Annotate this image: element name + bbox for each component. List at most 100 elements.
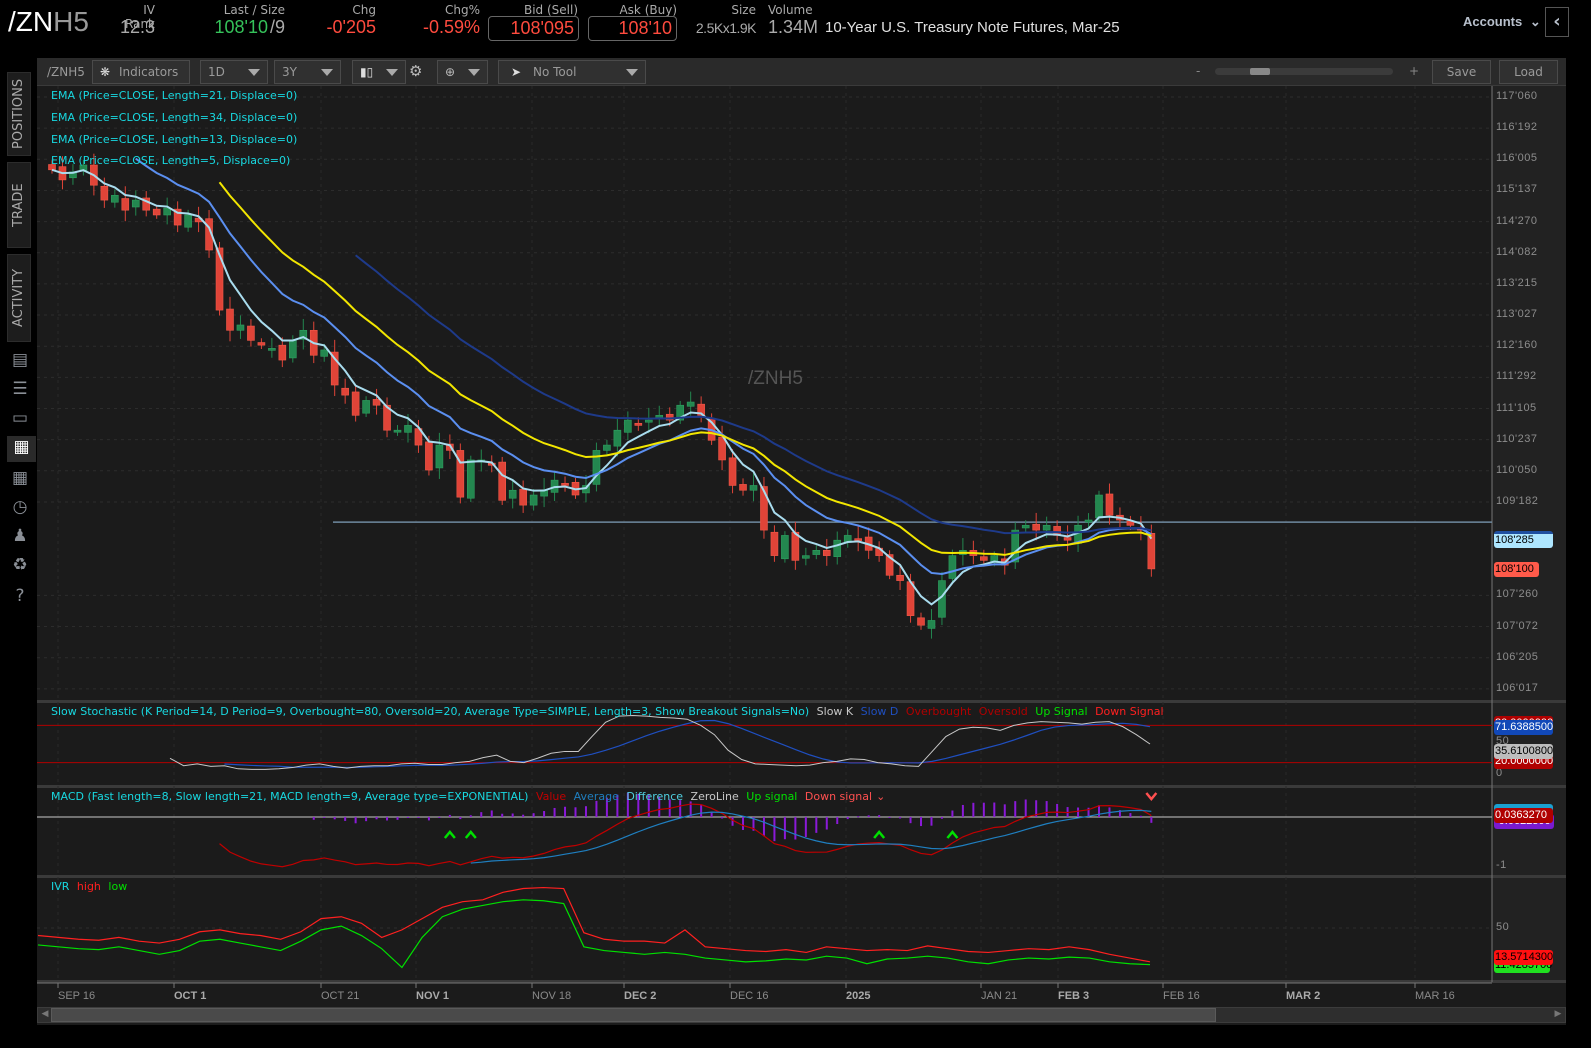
price-tick-label: 116'192 [1496, 121, 1538, 134]
candle-up [781, 535, 789, 560]
up-signal-arrow [443, 830, 456, 839]
macd-histogram-bar [731, 817, 734, 826]
scroll-right-arrow-icon[interactable]: ▶ [1552, 1009, 1564, 1021]
candle-up [236, 324, 245, 331]
chart-style-dropdown[interactable]: ▮▯ [352, 60, 406, 84]
ema5-label[interactable]: EMA (Price=CLOSE, Length=5, Displace=0) [51, 154, 290, 167]
macd-study-label[interactable]: MACD (Fast length=8, Slow length=21, MAC… [51, 790, 885, 803]
candle-down [739, 484, 747, 491]
macd-legend-item: Down signal [801, 790, 873, 803]
macd-average-line [470, 809, 1152, 864]
macd-histogram-bar [742, 817, 745, 830]
candle-down [152, 208, 161, 216]
macd-histogram-bar [982, 802, 985, 817]
slow-d-line [224, 719, 1151, 769]
down-signal-icon: ⌄ [876, 790, 886, 803]
price-tick-label: 117'060 [1496, 90, 1538, 102]
scroll-left-arrow-icon[interactable]: ◀ [39, 1009, 51, 1021]
macd-legend-item: Up signal [742, 790, 798, 803]
up-signal-arrow [873, 830, 886, 839]
price-tick-label: 107'260 [1496, 588, 1539, 601]
candle-up [1095, 494, 1103, 519]
macd-histogram-bar [469, 815, 472, 817]
candle-down [980, 556, 988, 561]
pane-separator [37, 700, 1566, 703]
zoom-out-button[interactable]: - [1196, 64, 1200, 78]
macd-legend-item: Value [532, 790, 567, 803]
candle-down [1105, 493, 1114, 516]
load-button[interactable]: Load [1499, 60, 1558, 84]
price-tick-label: 114'270 [1496, 214, 1538, 227]
ivr-low-line [37, 899, 1151, 969]
ema13-label[interactable]: EMA (Price=CLOSE, Length=13, Displace=0) [51, 133, 297, 146]
ivr-axis-50: 50 [1496, 921, 1510, 933]
stoch-legend-item: Oversold [975, 705, 1028, 718]
indicators-label: Indicators [119, 65, 179, 79]
candle-up [435, 444, 444, 469]
ema21-label[interactable]: EMA (Price=CLOSE, Length=21, Displace=0) [51, 89, 297, 102]
aggregation-dropdown[interactable]: 1D [200, 60, 268, 84]
drawing-tool-dropdown[interactable]: ➤ No Tool [498, 60, 646, 84]
macd-histogram-bar [354, 817, 357, 824]
indicators-button[interactable]: ❋ Indicators [92, 60, 190, 84]
macd-histogram-bar [595, 800, 598, 817]
candle-up [131, 199, 140, 208]
macd-histogram-bar [888, 817, 891, 818]
macd-histogram-bar [972, 802, 975, 817]
date-tick-label: 2025 [846, 990, 871, 1002]
scrollbar-thumb[interactable] [51, 1008, 1216, 1022]
slow-k-line [169, 714, 1151, 770]
macd-histogram-bar [532, 813, 535, 817]
candle-down [770, 531, 779, 556]
stoch-study-label[interactable]: Slow Stochastic (K Period=14, D Period=9… [51, 705, 1164, 718]
candle-up [1042, 525, 1051, 531]
macd-histogram-bar [773, 817, 776, 842]
zoom-slider[interactable] [1215, 68, 1393, 75]
macd-histogram-bar [1139, 815, 1142, 817]
gear-icon[interactable]: ⚙ [409, 62, 422, 80]
candle-down [498, 461, 507, 501]
macd-histogram-bar [899, 817, 902, 819]
candle-up [624, 419, 632, 433]
candle-up [404, 425, 412, 433]
macd-histogram-bar [1077, 807, 1080, 817]
ema34-label[interactable]: EMA (Price=CLOSE, Length=34, Displace=0) [51, 111, 297, 124]
horizontal-scrollbar[interactable]: ◀ ▶ [37, 1007, 1566, 1023]
macd-axis-neg1: -1 [1496, 859, 1507, 871]
candle-down [822, 549, 831, 556]
candle-down [121, 198, 130, 211]
candle-up [927, 620, 936, 629]
candle-up [644, 419, 653, 423]
candle-down [896, 574, 904, 581]
ema13-line [135, 157, 1152, 576]
macd-histogram-bar [940, 817, 943, 819]
candle-up [833, 539, 842, 557]
candle-down [247, 325, 255, 341]
ivr-study-label[interactable]: IVR high low [51, 880, 127, 893]
macd-legend-item: ZeroLine [687, 790, 739, 803]
date-tick-label: OCT 1 [174, 990, 207, 1002]
stoch-legend-item: Overbought [902, 705, 972, 718]
price-tick-label: 116'005 [1496, 152, 1538, 165]
pane-separator [37, 875, 1566, 878]
candle-down [634, 422, 643, 426]
ivr-title: IVR [51, 880, 70, 893]
price-tick-label: 106'017 [1496, 681, 1539, 694]
date-tick-label: MAR 16 [1415, 990, 1455, 1002]
macd-histogram-bar [1024, 799, 1027, 817]
candle-down [257, 342, 266, 346]
zoom-slider-thumb[interactable] [1249, 68, 1270, 75]
chart-toolbar: /ZNH5 ❋ Indicators 1D 3Y ▮▯ ⚙ ⊕ ➤ No Tool … [37, 58, 1566, 86]
price-tick-label: 106'205 [1496, 650, 1539, 663]
candlestick-icon: ▮▯ [360, 65, 374, 79]
price-tick-label: 109'182 [1496, 494, 1539, 507]
macd-histogram-bar [522, 814, 525, 817]
macd-histogram-bar [815, 817, 818, 833]
candle-up [393, 429, 402, 433]
drawing-set-dropdown[interactable]: ⊕ [437, 60, 488, 84]
save-button[interactable]: Save [1432, 60, 1491, 84]
timeframe-dropdown[interactable]: 3Y [274, 60, 341, 84]
candle-up [812, 549, 821, 555]
zoom-in-button[interactable]: + [1409, 64, 1419, 78]
macd-histogram-bar [396, 817, 399, 820]
